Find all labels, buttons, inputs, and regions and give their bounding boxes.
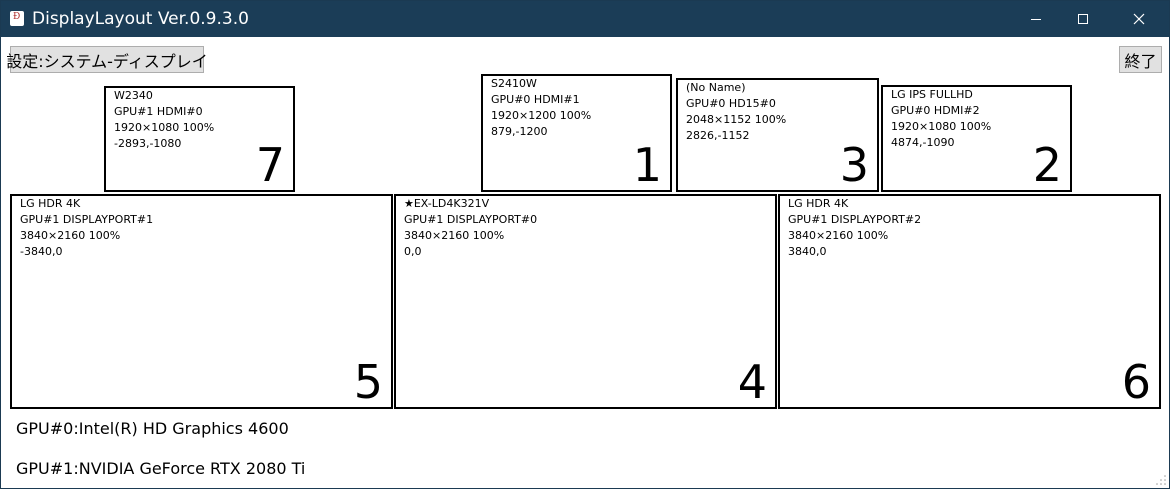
monitor-position: 3840,0 [788,245,827,258]
monitor-name: LG HDR 4K [20,197,81,210]
monitor-2[interactable]: LG IPS FULLHD GPU#0 HDMI#2 1920×1080 100… [881,85,1072,192]
monitor-position: -3840,0 [20,245,63,258]
monitor-name: LG IPS FULLHD [891,88,973,101]
resize-grip-icon[interactable] [1156,475,1166,485]
monitor-3[interactable]: (No Name) GPU#0 HD15#0 2048×1152 100% 28… [676,78,879,192]
monitor-resolution: 1920×1080 100% [114,121,215,134]
close-button[interactable] [1116,1,1162,37]
gpu-0-label: GPU#0:Intel(R) HD Graphics 4600 [16,419,289,438]
monitor-resolution: 1920×1080 100% [891,120,992,133]
monitor-number: 6 [1121,355,1151,409]
monitor-resolution: 2048×1152 100% [686,113,787,126]
monitor-port: GPU#1 DISPLAYPORT#2 [788,213,922,226]
app-icon: Ð [10,11,24,26]
monitor-position: 4874,-1090 [891,136,955,149]
monitor-name: LG HDR 4K [788,197,849,210]
monitor-position: 2826,-1152 [686,129,750,142]
monitor-number: 1 [632,138,662,192]
monitor-6[interactable]: LG HDR 4K GPU#1 DISPLAYPORT#2 3840×2160 … [778,194,1161,409]
window-title: DisplayLayout Ver.0.9.3.0 [32,9,249,29]
monitor-number: 7 [255,138,285,192]
display-settings-button[interactable]: 設定:システム-ディスプレイ [6,46,208,73]
monitor-port: GPU#0 HDMI#2 [891,104,980,117]
monitor-name: W2340 [114,89,153,102]
monitor-resolution: 3840×2160 100% [20,229,121,242]
monitor-number: 3 [839,138,869,192]
maximize-icon [1078,14,1088,24]
monitor-resolution: 1920×1200 100% [491,109,592,122]
monitor-resolution: 3840×2160 100% [404,229,505,242]
monitor-number: 2 [1032,138,1062,192]
gpu-1-label: GPU#1:NVIDIA GeForce RTX 2080 Ti [16,459,306,478]
monitor-port: GPU#1 DISPLAYPORT#0 [404,213,538,226]
monitor-number: 5 [353,355,383,409]
monitor-port: GPU#0 HDMI#1 [491,93,580,106]
exit-button[interactable]: 終了 [1119,46,1162,73]
monitor-7[interactable]: W2340 GPU#1 HDMI#0 1920×1080 100% -2893,… [104,86,295,192]
app-window: Ð DisplayLayout Ver.0.9.3.0 設定:システム-ディスプ… [0,0,1170,489]
maximize-button[interactable] [1060,1,1106,37]
monitor-port: GPU#1 HDMI#0 [114,105,203,118]
app-icon-glyph: Ð [13,12,21,22]
monitor-position: 879,-1200 [491,125,548,138]
monitor-name: (No Name) [686,81,746,94]
monitor-position: -2893,-1080 [114,137,182,150]
monitor-5[interactable]: LG HDR 4K GPU#1 DISPLAYPORT#1 3840×2160 … [10,194,393,409]
monitor-port: GPU#0 HD15#0 [686,97,776,110]
minimize-icon [1031,18,1041,20]
monitor-name: ★EX-LD4K321V [404,197,490,210]
monitor-port: GPU#1 DISPLAYPORT#1 [20,213,154,226]
monitor-resolution: 3840×2160 100% [788,229,889,242]
close-icon [1133,13,1145,25]
monitor-4[interactable]: ★EX-LD4K321V GPU#1 DISPLAYPORT#0 3840×21… [394,194,777,409]
monitor-position: 0,0 [404,245,422,258]
monitor-1[interactable]: S2410W GPU#0 HDMI#1 1920×1200 100% 879,-… [481,74,672,192]
monitor-number: 4 [737,355,767,409]
title-bar[interactable]: Ð DisplayLayout Ver.0.9.3.0 [1,1,1169,37]
monitor-name: S2410W [491,77,537,90]
minimize-button[interactable] [1013,1,1059,37]
